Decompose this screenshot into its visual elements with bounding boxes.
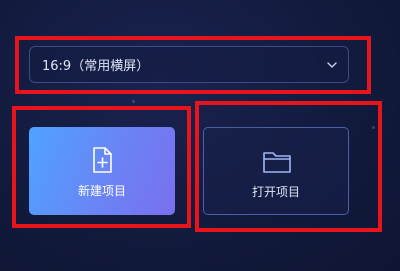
aspect-ratio-value: 16:9（常用横屏） (42, 59, 150, 74)
open-project-label: 打开项目 (251, 185, 300, 199)
new-project-label: 新建项目 (77, 184, 126, 198)
open-project-button[interactable]: 打开项目 (203, 127, 349, 215)
background-dot (372, 126, 375, 129)
new-project-button[interactable]: 新建项目 (29, 127, 175, 215)
new-file-icon (93, 147, 112, 173)
folder-icon (263, 152, 291, 173)
aspect-ratio-select[interactable]: 16:9（常用横屏） (29, 46, 349, 83)
background-dot (132, 100, 135, 103)
chevron-down-icon[interactable] (326, 59, 338, 71)
